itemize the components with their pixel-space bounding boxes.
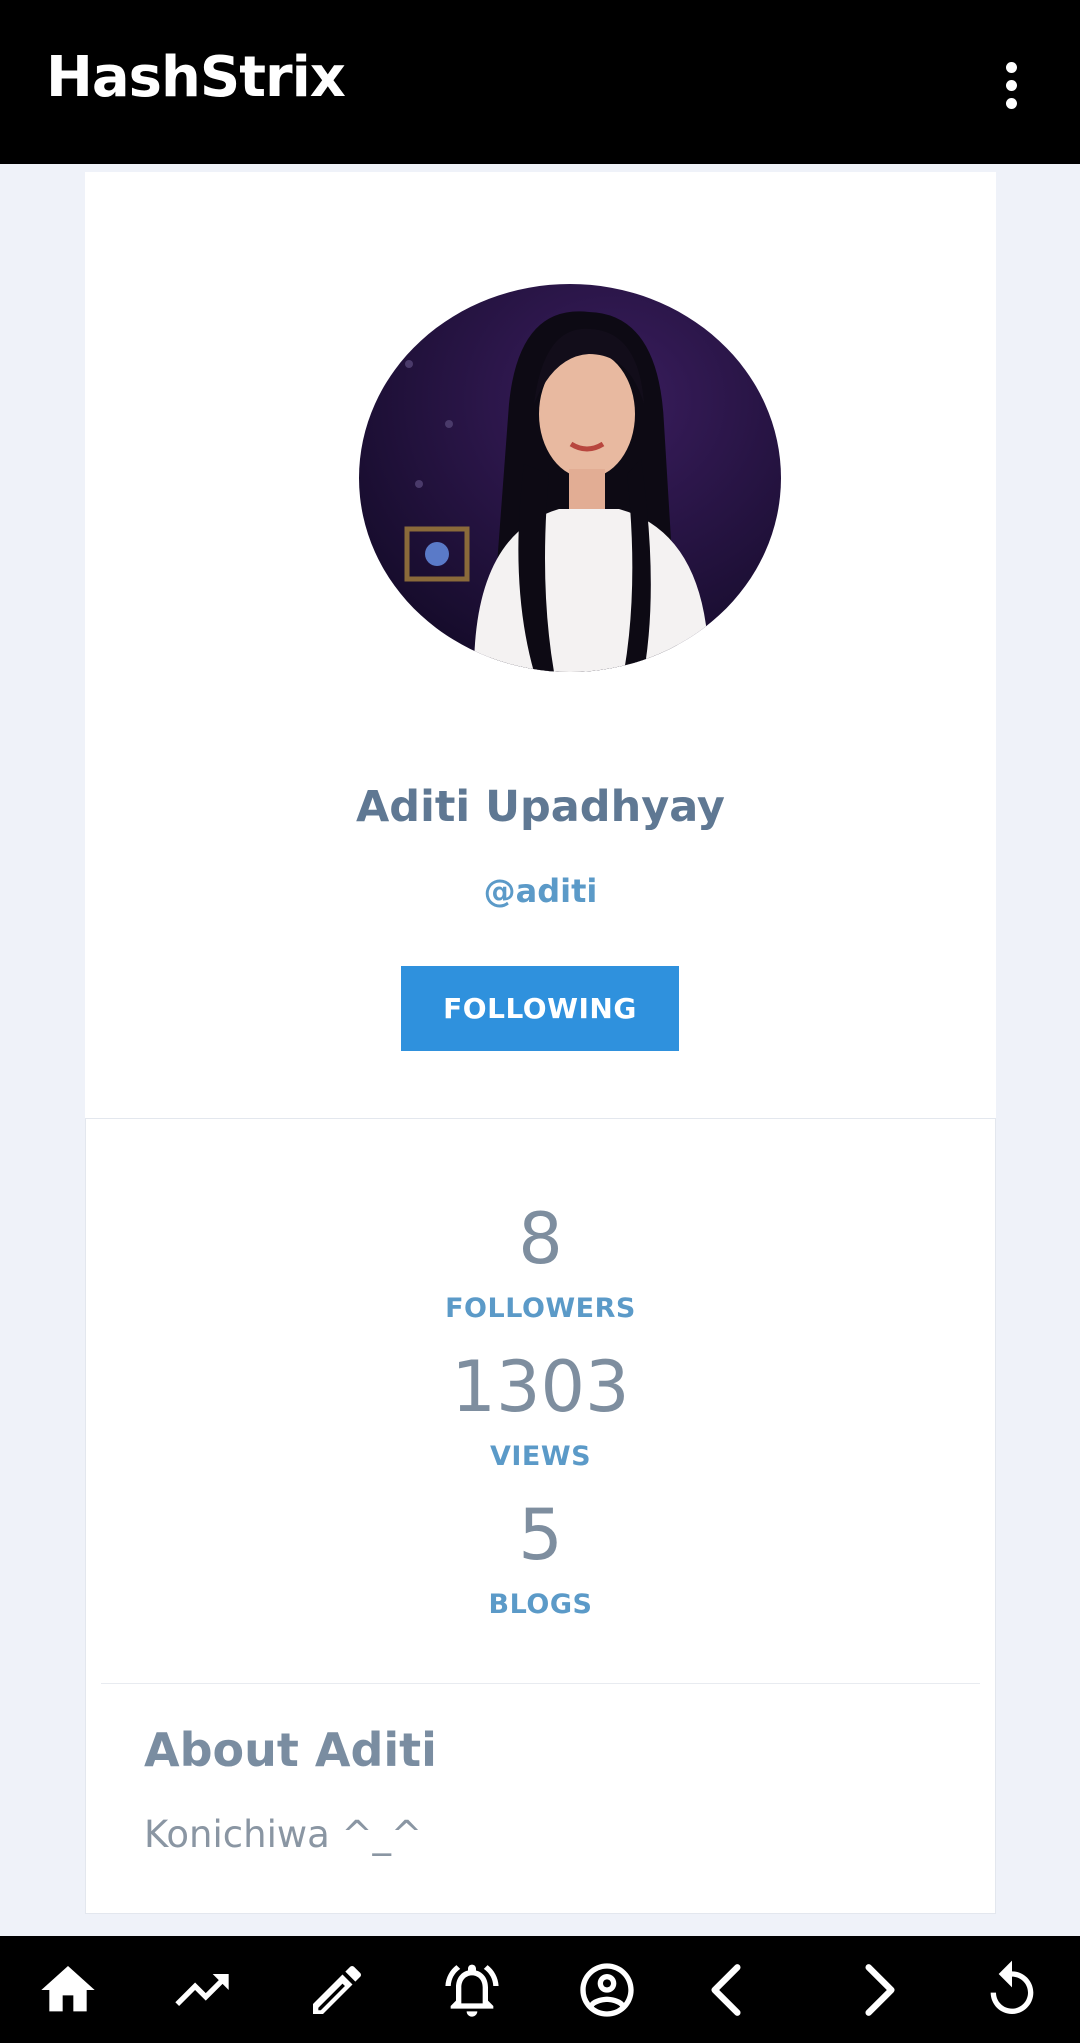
about-text: Konichiwa ^_^ [144, 1813, 423, 1856]
blogs-label[interactable]: BLOGS [86, 1589, 995, 1620]
home-icon[interactable] [36, 1958, 100, 2022]
followers-count: 8 [518, 1198, 563, 1280]
blogs-count: 5 [518, 1494, 563, 1576]
divider [101, 1683, 980, 1684]
views-count: 1303 [451, 1346, 630, 1428]
trending-icon[interactable] [170, 1958, 234, 2022]
back-icon[interactable] [696, 1958, 760, 2022]
avatar-photo [359, 284, 781, 672]
about-title: About Aditi [144, 1723, 437, 1777]
profile-card: Aditi Upadhyay @aditi FOLLOWING [85, 172, 996, 1118]
following-button[interactable]: FOLLOWING [401, 966, 679, 1051]
profile-handle: @aditi [483, 872, 598, 910]
notifications-icon[interactable] [440, 1958, 504, 2022]
edit-icon[interactable] [305, 1958, 369, 2022]
stats-card: 8 FOLLOWERS 1303 VIEWS 5 BLOGS About Adi… [85, 1118, 996, 1914]
followers-label[interactable]: FOLLOWERS [86, 1293, 995, 1324]
views-label: VIEWS [489, 1441, 592, 1472]
menu-dot [1006, 80, 1017, 91]
menu-dot [1006, 98, 1017, 109]
forward-icon[interactable] [846, 1958, 910, 2022]
profile-name: Aditi Upadhyay [356, 782, 725, 832]
menu-dot [1006, 62, 1017, 73]
refresh-icon[interactable] [980, 1958, 1044, 2022]
app-bar: HashStrix [0, 0, 1080, 164]
account-icon[interactable] [575, 1958, 639, 2022]
avatar [359, 284, 781, 672]
bottom-navigation [0, 1936, 1080, 2043]
overflow-menu-button[interactable] [990, 56, 1034, 116]
app-title: HashStrix [46, 45, 346, 110]
